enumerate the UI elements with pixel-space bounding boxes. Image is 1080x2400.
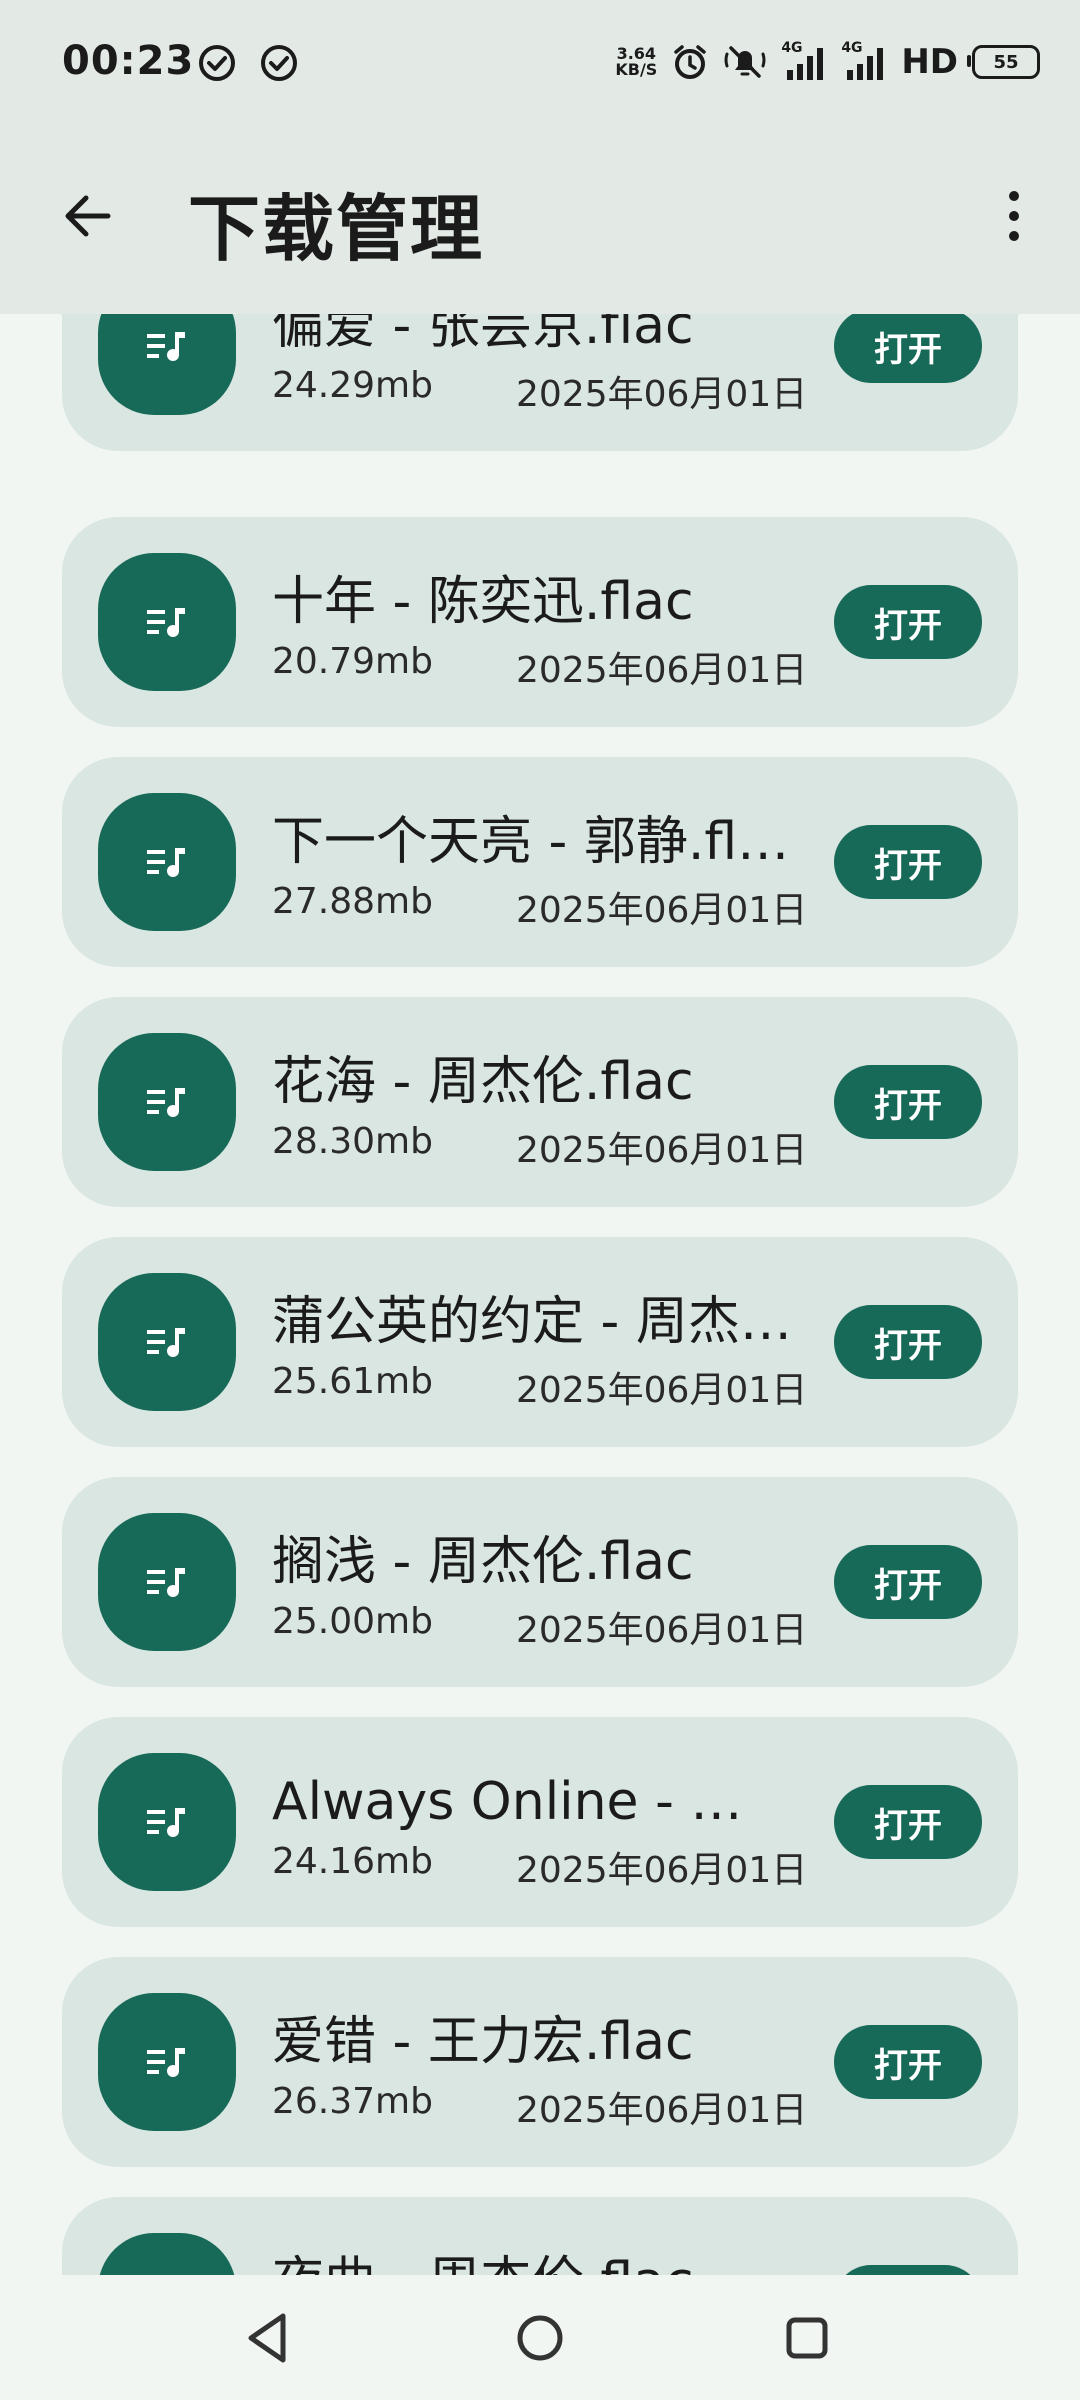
net-speed: 3.64 KB/S [615, 46, 657, 78]
download-item[interactable]: 夜曲 - 周杰伦.flac 打开 [62, 2197, 1018, 2275]
file-name: 蒲公英的约定 - 周杰… [272, 1292, 792, 1352]
download-item[interactable]: 花海 - 周杰伦.flac 28.30mb 2025年06月01日 打开 [62, 997, 1018, 1207]
open-button[interactable]: 打开 [834, 1305, 982, 1379]
more-options-button[interactable] [978, 180, 1050, 252]
music-note-icon [147, 608, 185, 637]
file-date: 2025年06月01日 [516, 1130, 808, 1171]
open-button[interactable]: 打开 [834, 825, 982, 899]
signal-4g-icon: 4G [781, 40, 827, 82]
file-size: 27.88mb [272, 881, 433, 922]
arrow-back-icon [65, 195, 111, 237]
circle-home-icon [517, 2315, 563, 2361]
music-file-thumbnail [98, 2233, 236, 2275]
music-file-thumbnail [98, 553, 236, 691]
triangle-back-icon [248, 2313, 286, 2363]
file-size: 25.61mb [272, 1361, 433, 1402]
file-date: 2025年06月01日 [516, 2090, 808, 2131]
nav-recents-button[interactable] [772, 2303, 842, 2373]
square-recents-icon [786, 2317, 828, 2359]
status-icons: 3.64 KB/S 4G 4G HD 55 [615, 40, 1040, 84]
battery-level: 55 [993, 51, 1019, 73]
download-item[interactable]: 搁浅 - 周杰伦.flac 25.00mb 2025年06月01日 打开 [62, 1477, 1018, 1687]
music-note-icon [147, 1088, 185, 1117]
open-button[interactable]: 打开 [834, 585, 982, 659]
download-item[interactable]: 蒲公英的约定 - 周杰… 25.61mb 2025年06月01日 打开 [62, 1237, 1018, 1447]
music-file-thumbnail [98, 1513, 236, 1651]
file-name: 十年 - 陈奕迅.flac [272, 572, 694, 632]
file-size: 24.29mb [272, 365, 433, 406]
check-circle-icon [261, 45, 297, 81]
file-name: Always Online - 林… [272, 1772, 792, 1832]
music-file-thumbnail [98, 1993, 236, 2131]
net-speed-unit: KB/S [615, 60, 658, 79]
open-button[interactable]: 打开 [834, 2265, 982, 2275]
file-size: 28.30mb [272, 1121, 433, 1162]
file-size: 20.79mb [272, 641, 433, 682]
music-file-thumbnail [98, 1753, 236, 1891]
silent-bell-icon [724, 46, 766, 78]
file-date: 2025年06月01日 [516, 890, 808, 931]
status-time: 00:23 [62, 38, 195, 84]
music-file-thumbnail [98, 793, 236, 931]
open-button[interactable]: 打开 [834, 1065, 982, 1139]
signal-4g-icon: 4G [841, 40, 887, 82]
back-button[interactable] [52, 180, 124, 252]
open-button[interactable]: 打开 [834, 309, 982, 383]
nav-home-button[interactable] [505, 2303, 575, 2373]
file-date: 2025年06月01日 [516, 1850, 808, 1891]
download-item[interactable]: Always Online - 林… 24.16mb 2025年06月01日 打… [62, 1717, 1018, 1927]
status-bar: 00:23 3.64 KB/S 4G 4G HD 55 [0, 0, 1080, 126]
app-bar: 下载管理 [0, 126, 1080, 314]
file-name: 夜曲 - 周杰伦.flac [272, 2239, 792, 2275]
music-note-icon [147, 1808, 185, 1837]
hd-label: HD [901, 42, 958, 82]
open-button[interactable]: 打开 [834, 1545, 982, 1619]
download-item[interactable]: 十年 - 陈奕迅.flac 20.79mb 2025年06月01日 打开 [62, 517, 1018, 727]
file-size: 24.16mb [272, 1841, 433, 1882]
open-button[interactable]: 打开 [834, 1785, 982, 1859]
check-circle-icon [199, 45, 235, 81]
alarm-icon [674, 45, 707, 79]
battery-icon: 55 [967, 45, 1040, 79]
music-note-icon [147, 1568, 185, 1597]
download-item[interactable]: 爱错 - 王力宏.flac 26.37mb 2025年06月01日 打开 [62, 1957, 1018, 2167]
music-file-thumbnail [98, 1033, 236, 1171]
music-note-icon [147, 2048, 185, 2077]
header-area: 00:23 3.64 KB/S 4G 4G HD 55 下载管理 [0, 0, 1080, 314]
music-note-icon [147, 848, 185, 877]
nav-back-button[interactable] [234, 2303, 304, 2373]
file-date: 2025年06月01日 [516, 650, 808, 691]
open-button[interactable]: 打开 [834, 2025, 982, 2099]
system-nav-bar [0, 2275, 1080, 2400]
more-vert-icon [1009, 191, 1019, 241]
file-name: 花海 - 周杰伦.flac [272, 1052, 694, 1112]
file-size: 25.00mb [272, 1601, 433, 1642]
file-name: 搁浅 - 周杰伦.flac [272, 1532, 694, 1592]
file-date: 2025年06月01日 [516, 1370, 808, 1411]
file-name: 爱错 - 王力宏.flac [272, 2012, 694, 2072]
music-note-icon [147, 1328, 185, 1357]
file-name: 下一个天亮 - 郭静.flac [272, 812, 792, 872]
file-size: 26.37mb [272, 2081, 433, 2122]
downloads-list[interactable]: 偏爱 - 张芸京.flac 24.29mb 2025年06月01日 打开 十年 … [62, 277, 1018, 2275]
file-date: 2025年06月01日 [516, 374, 808, 415]
page-title: 下载管理 [188, 187, 485, 271]
download-item[interactable]: 下一个天亮 - 郭静.flac 27.88mb 2025年06月01日 打开 [62, 757, 1018, 967]
music-file-thumbnail [98, 1273, 236, 1411]
music-note-icon [147, 332, 185, 361]
file-date: 2025年06月01日 [516, 1610, 808, 1651]
